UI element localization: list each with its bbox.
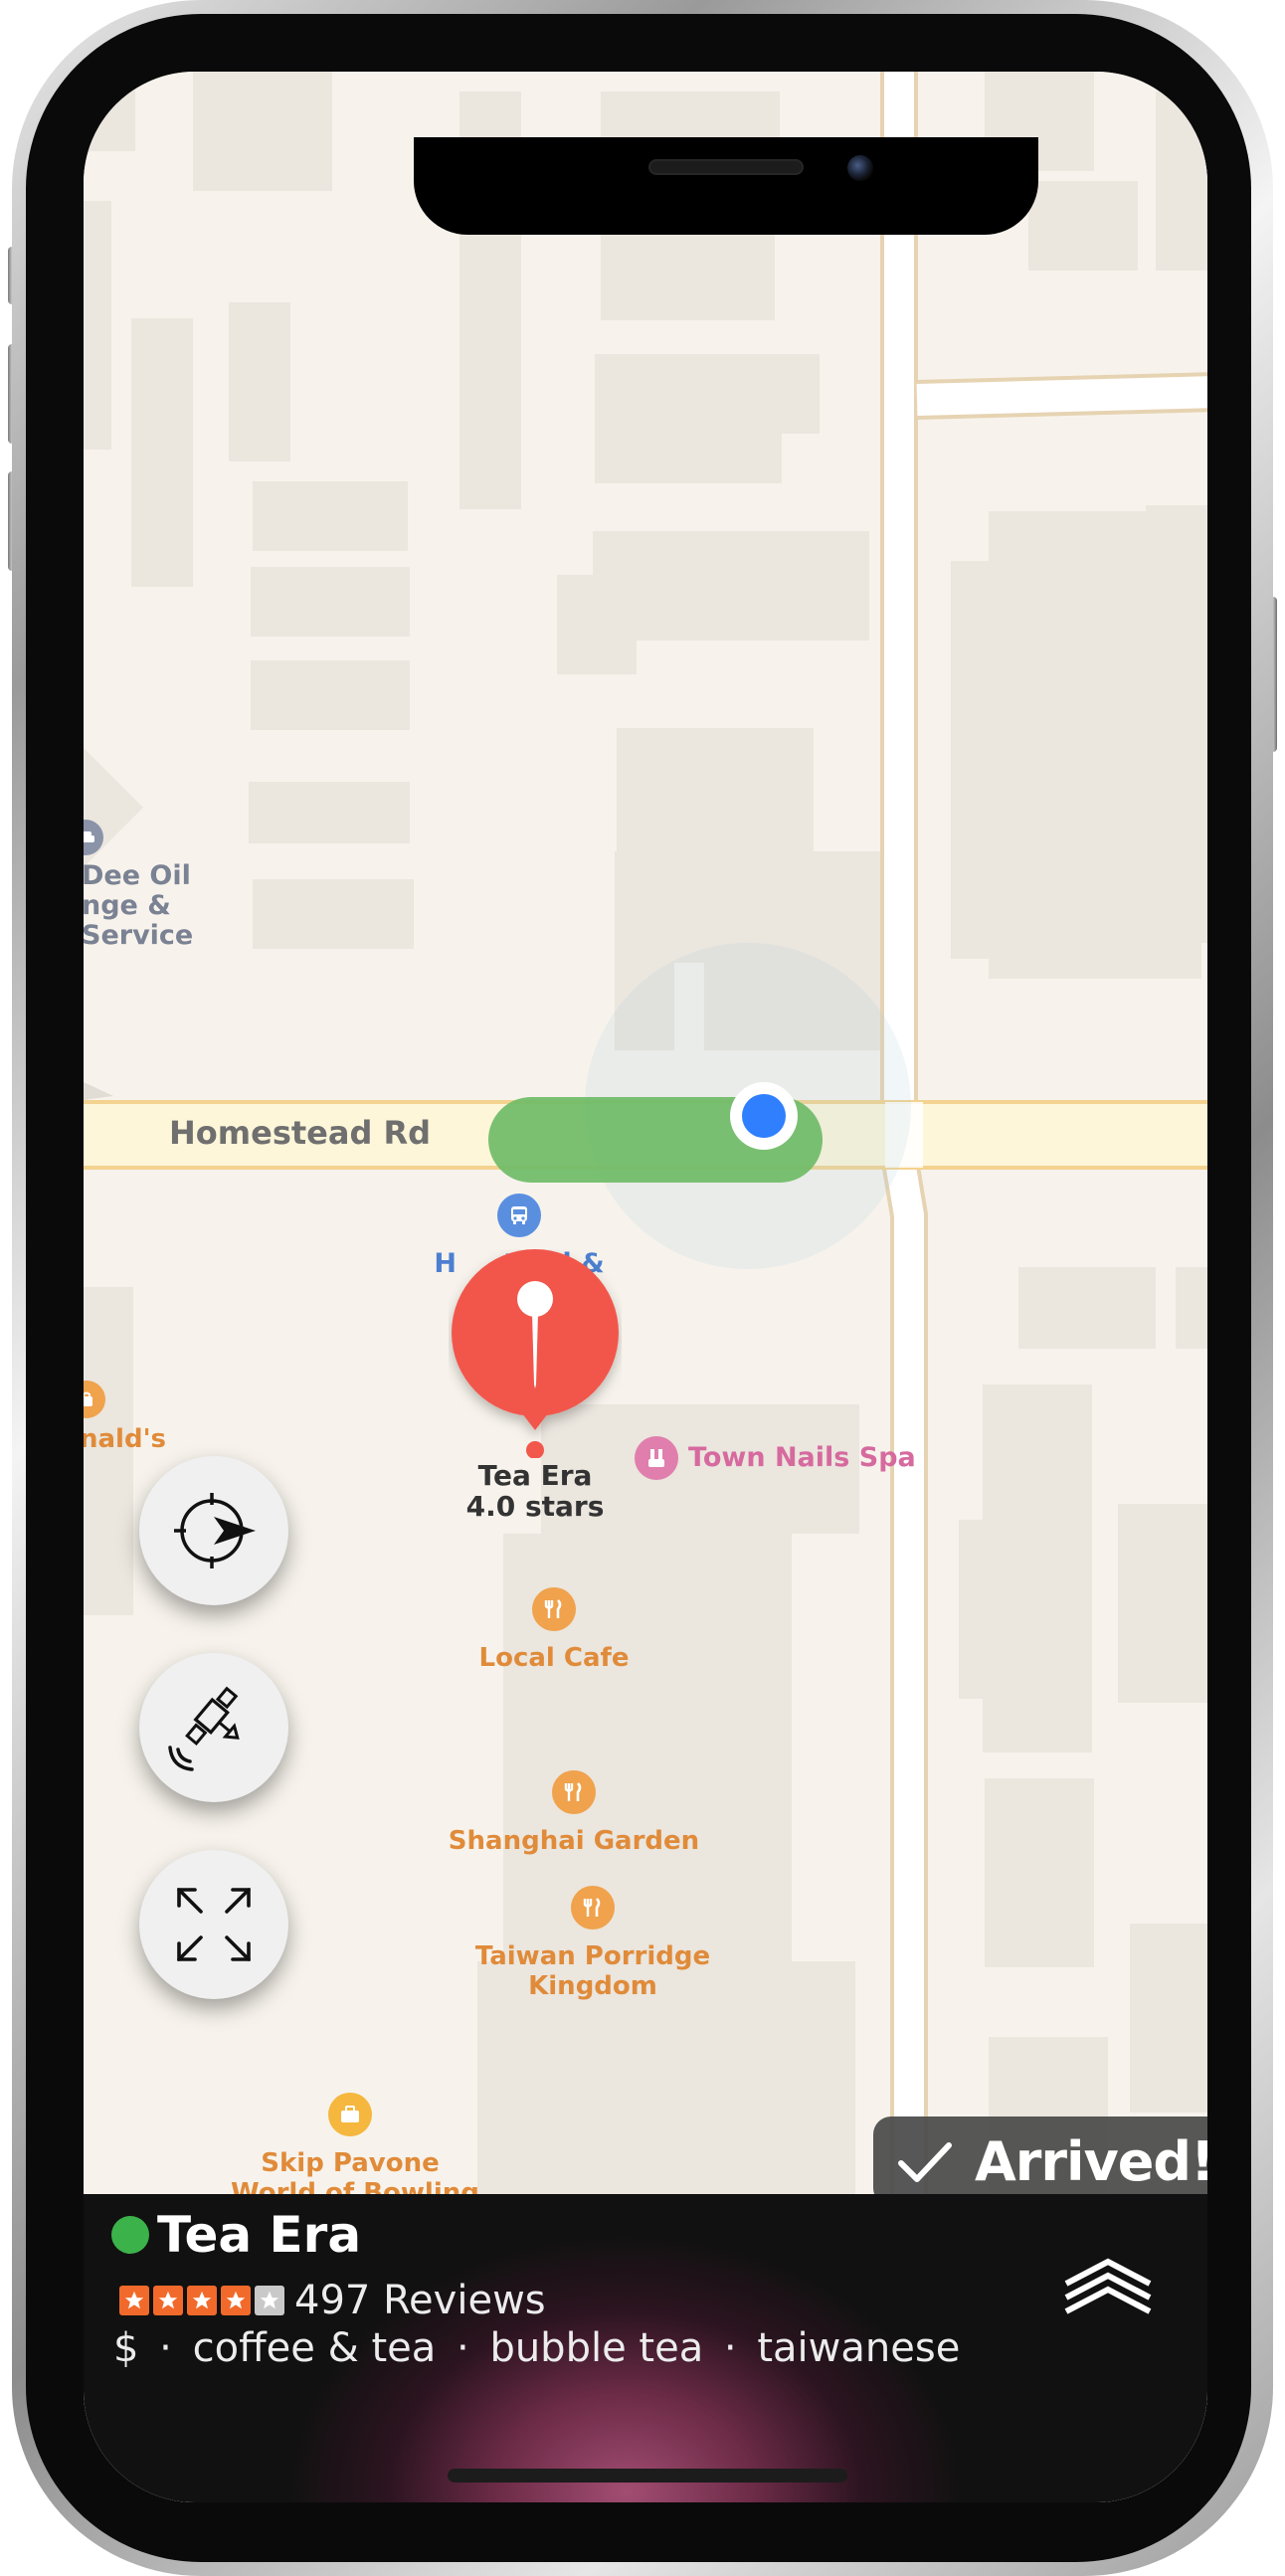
separator: ·	[723, 2325, 737, 2371]
chevron-up-double-icon	[1064, 2258, 1152, 2314]
car-icon	[84, 820, 103, 855]
expand-arrows-icon	[177, 1888, 251, 1961]
rating-row: 497 Reviews	[119, 2278, 546, 2323]
poi-local-cafe[interactable]: Local Cafe	[450, 1587, 658, 1673]
poi-taiwan-porridge-kingdom[interactable]: Taiwan Porridge Kingdom	[448, 1886, 738, 2001]
star-icon	[187, 2286, 217, 2315]
open-status-dot	[111, 2216, 149, 2254]
category-tag: bubble tea	[489, 2325, 704, 2371]
bus-icon	[497, 1194, 541, 1237]
screen: Homestead Rd Dee Oil nge & Service H tea…	[84, 72, 1207, 2502]
satellite-view-button[interactable]	[139, 1653, 288, 1802]
place-title-row: Tea Era	[111, 2206, 361, 2264]
separator: ·	[457, 2325, 469, 2371]
expand-card-button[interactable]	[1062, 2256, 1154, 2319]
recenter-button[interactable]	[139, 1456, 288, 1605]
fork-knife-icon	[532, 1587, 576, 1631]
checkmark-icon	[898, 2142, 952, 2182]
arrived-label: Arrived!	[975, 2129, 1207, 2193]
price-level: $	[113, 2325, 139, 2371]
arrived-badge: Arrived!	[873, 2116, 1207, 2206]
satellite-icon	[168, 1686, 240, 1771]
poi-shanghai-garden[interactable]: Shanghai Garden	[420, 1770, 728, 1856]
road-label: Homestead Rd	[169, 1114, 432, 1152]
star-icon	[153, 2286, 183, 2315]
destination-pin[interactable]	[449, 1249, 622, 1459]
map-pin-icon	[452, 1249, 619, 1459]
phone-frame: Homestead Rd Dee Oil nge & Service H tea…	[8, 0, 1277, 2576]
destination-label: Tea Era 4.0 stars	[465, 1459, 605, 1523]
notch	[414, 137, 1038, 235]
bag-icon	[84, 1380, 105, 1418]
separator: ·	[159, 2325, 172, 2371]
category-tag: coffee & tea	[192, 2325, 437, 2371]
home-indicator[interactable]	[448, 2469, 847, 2483]
star-icon	[119, 2286, 149, 2315]
place-name: Tea Era	[157, 2206, 362, 2264]
star-icon	[221, 2286, 251, 2315]
expand-map-button[interactable]	[139, 1850, 288, 1999]
poi-skip-pavone[interactable]: Skip Pavone World of Bowling	[231, 2093, 479, 2208]
poi-town-nails-spa[interactable]: Town Nails Spa	[635, 1436, 916, 1480]
fork-knife-icon	[571, 1886, 615, 1930]
front-camera	[847, 155, 873, 181]
poi-dee-oil[interactable]: Dee Oil nge & Service	[84, 820, 201, 951]
star-empty-icon	[255, 2286, 284, 2315]
briefcase-icon	[328, 2093, 372, 2136]
review-count: 497 Reviews	[294, 2278, 546, 2323]
category-tag: taiwanese	[757, 2325, 961, 2371]
fork-knife-icon	[552, 1770, 596, 1814]
poi-mcdonalds[interactable]: nald's	[84, 1380, 199, 1454]
nail-polish-icon	[635, 1436, 678, 1480]
category-line: $ · coffee & tea · bubble tea · taiwanes…	[113, 2325, 960, 2371]
user-location-dot	[742, 1094, 786, 1138]
crosshair-arrow-icon	[174, 1493, 256, 1568]
place-card[interactable]: Tea Era 497 Reviews $ · coffee & tea · b…	[84, 2194, 1207, 2502]
speaker-grille	[648, 159, 804, 175]
